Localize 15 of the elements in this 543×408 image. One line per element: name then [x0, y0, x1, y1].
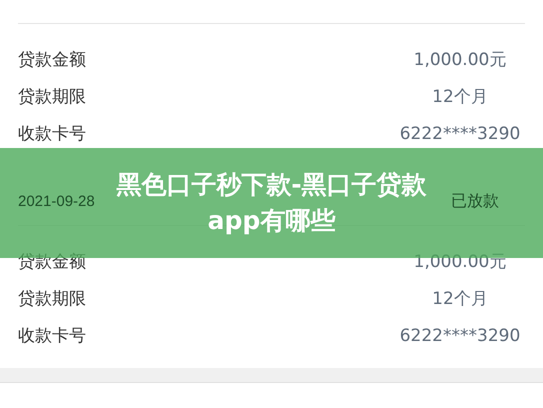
field-label: 收款卡号: [18, 123, 86, 145]
field-label: 贷款金额: [18, 251, 86, 273]
field-label: 贷款金额: [18, 49, 86, 71]
loan-status: 已放款: [451, 191, 499, 212]
field-label: 贷款期限: [18, 288, 86, 310]
field-value: 6222****3290: [398, 124, 522, 144]
banner-title: 黑色口子秒下款-黑口子贷款app有哪些: [115, 168, 428, 237]
field-label: 贷款期限: [18, 86, 86, 108]
loan-date: 2021-09-28: [18, 193, 95, 210]
field-value: 1,000.00元: [412, 251, 508, 273]
field-value: 12个月: [431, 288, 489, 310]
field-value: 6222****3290: [398, 326, 522, 346]
field-label: 收款卡号: [18, 325, 86, 347]
field-value: 12个月: [431, 86, 489, 108]
field-value: 1,000.00元: [412, 49, 508, 71]
